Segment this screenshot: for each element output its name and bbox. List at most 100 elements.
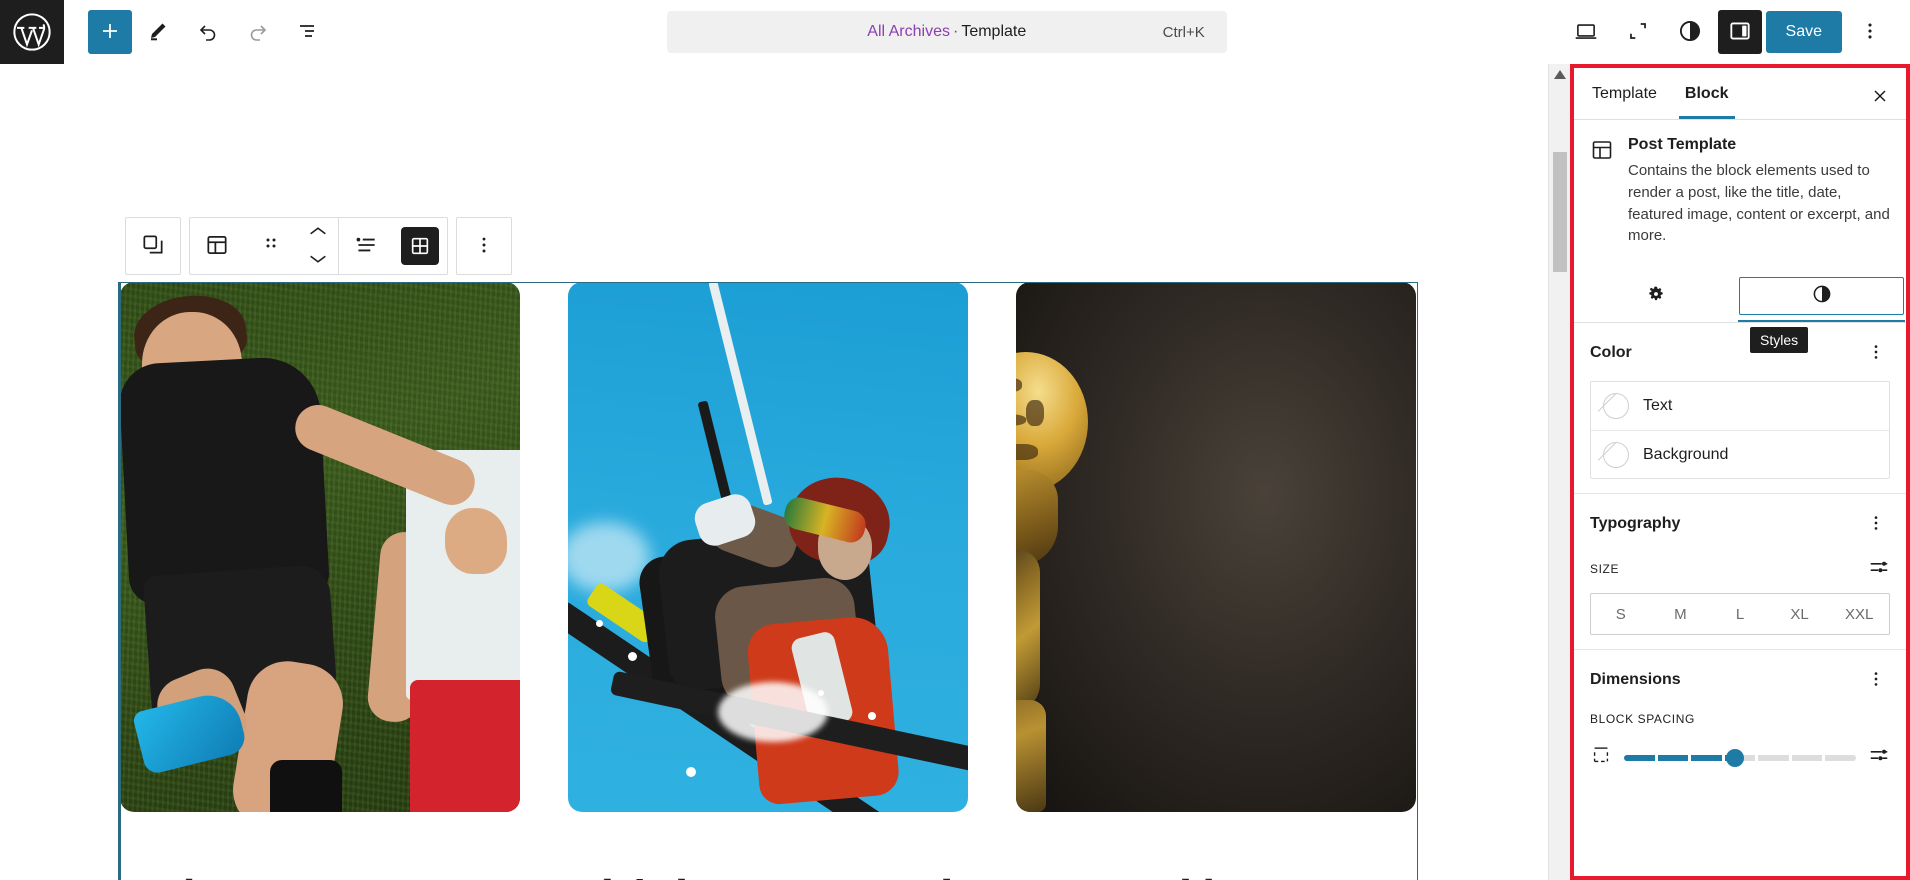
player-sock-shape — [270, 760, 342, 812]
view-device-button[interactable] — [1562, 8, 1610, 56]
scroll-up-arrow-icon[interactable] — [1549, 64, 1570, 84]
settings-sidebar: Template Block Post Template Contains th… — [1570, 64, 1910, 880]
close-sidebar-button[interactable] — [1858, 75, 1902, 119]
tab-template[interactable]: Template — [1578, 69, 1671, 119]
post-template-grid[interactable]: Tech Giant’s CEO Resigns Amidst Growing — [118, 282, 1570, 880]
post-item[interactable]: New Health Craze Promises to — [1016, 282, 1416, 880]
drag-handle[interactable] — [244, 218, 298, 274]
post-template-icon — [204, 232, 230, 261]
editor-canvas[interactable]: Tech Giant’s CEO Resigns Amidst Growing — [0, 64, 1570, 880]
contrast-circle-icon — [1811, 283, 1833, 308]
sliders-icon[interactable] — [1868, 744, 1890, 771]
font-size-xxl[interactable]: XXL — [1829, 594, 1889, 634]
typography-section-title: Typography — [1590, 515, 1681, 532]
font-size-l[interactable]: L — [1710, 594, 1770, 634]
font-size-s[interactable]: S — [1591, 594, 1651, 634]
block-description: Contains the block elements used to rend… — [1628, 162, 1890, 245]
styles-toggle-button[interactable] — [1666, 8, 1714, 56]
list-view-icon — [296, 19, 320, 46]
add-block-button[interactable] — [88, 10, 132, 54]
move-buttons — [298, 219, 338, 273]
post-item[interactable]: Global Music Festival Attracts Record-Br… — [568, 282, 968, 880]
document-overview-button[interactable] — [284, 8, 332, 56]
color-options-button[interactable] — [1862, 339, 1890, 367]
kebab-menu-icon — [1866, 669, 1886, 692]
expand-icon — [1625, 18, 1651, 47]
laptop-icon — [1573, 18, 1599, 47]
wordpress-site-editor: All Archives · Template Ctrl+K Save Temp… — [0, 0, 1910, 880]
color-row-label: Text — [1643, 397, 1673, 414]
font-size-label-row: SIZE — [1590, 556, 1890, 581]
block-spacing-slider[interactable] — [1624, 748, 1856, 768]
kebab-menu-icon — [1866, 342, 1886, 365]
kebab-menu-icon — [1866, 513, 1886, 536]
header-right-tools: Save — [1562, 8, 1910, 56]
color-row-label: Background — [1643, 445, 1729, 463]
no-color-swatch-icon — [1603, 441, 1629, 468]
pencil-icon — [146, 19, 170, 46]
grid-layout-button[interactable] — [393, 218, 447, 274]
color-row-background[interactable]: Background — [1591, 430, 1889, 478]
block-toolbar — [125, 217, 512, 275]
sliders-icon[interactable] — [1868, 556, 1890, 581]
wordpress-logo-button[interactable] — [0, 0, 64, 64]
move-down-button[interactable] — [298, 247, 338, 273]
save-button[interactable]: Save — [1765, 11, 1842, 53]
document-title-rest: Template — [961, 23, 1027, 40]
skier-jump-image[interactable] — [568, 282, 968, 812]
redo-arrow-icon — [246, 19, 270, 46]
editor-options-button[interactable] — [1846, 8, 1894, 56]
font-size-selector[interactable]: S M L XL XXL — [1590, 593, 1890, 635]
gold-trophy-image[interactable] — [1016, 282, 1416, 812]
typography-options-button[interactable] — [1862, 510, 1890, 538]
dimensions-options-button[interactable] — [1862, 666, 1890, 694]
color-row-text[interactable]: Text — [1591, 382, 1889, 430]
snowflake-shape — [596, 620, 603, 627]
snow-spray-shape — [568, 522, 650, 592]
font-size-m[interactable]: M — [1651, 594, 1711, 634]
no-color-swatch-icon — [1603, 393, 1629, 419]
parent-block-icon — [140, 232, 166, 261]
opponent-shorts-shape — [410, 680, 520, 812]
settings-tab[interactable] — [1574, 270, 1737, 322]
block-type-button[interactable] — [190, 218, 244, 274]
post-item[interactable]: Tech Giant’s CEO Resigns Amidst Growing — [118, 282, 520, 880]
chevron-up-icon — [307, 224, 329, 241]
color-section-title: Color — [1590, 344, 1632, 361]
block-parent-group — [125, 217, 181, 275]
color-section-header: Color — [1590, 339, 1890, 367]
soccer-players-image[interactable] — [120, 282, 520, 812]
block-controls-group — [189, 217, 448, 275]
command-bar[interactable]: All Archives · Template Ctrl+K — [666, 11, 1227, 53]
kebab-menu-icon — [1859, 20, 1881, 45]
grid-layout-icon — [401, 227, 439, 265]
header-left-tools — [64, 8, 332, 56]
scrollbar-thumb[interactable] — [1553, 152, 1567, 272]
chevron-down-icon — [307, 252, 329, 269]
slider-thumb[interactable] — [1726, 748, 1745, 767]
color-section: Color Text Background — [1574, 323, 1906, 494]
snow-burst-shape — [718, 682, 828, 742]
post-title[interactable]: New Health Craze Promises to — [1016, 870, 1416, 880]
block-parent-button[interactable] — [126, 218, 180, 274]
document-title: All Archives · Template — [867, 23, 1026, 41]
settings-sidebar-button[interactable] — [1717, 10, 1762, 54]
dimensions-section-title: Dimensions — [1590, 671, 1681, 688]
redo-button[interactable] — [234, 8, 282, 56]
edit-tool-button[interactable] — [134, 8, 182, 56]
styles-tab[interactable] — [1738, 276, 1905, 322]
canvas-scrollbar[interactable] — [1548, 64, 1570, 880]
post-title[interactable]: Global Music Festival Attracts Record-Br… — [568, 870, 968, 880]
post-title[interactable]: Tech Giant’s CEO Resigns Amidst Growing — [120, 870, 520, 880]
font-size-xl[interactable]: XL — [1770, 594, 1830, 634]
zoom-out-button[interactable] — [1614, 8, 1662, 56]
block-spacing-label: BLOCK SPACING — [1590, 712, 1695, 726]
snowflake-shape — [818, 690, 824, 696]
more-options-button[interactable] — [457, 218, 511, 274]
list-layout-button[interactable] — [339, 218, 393, 274]
tab-block[interactable]: Block — [1671, 69, 1743, 119]
command-bar-shortcut: Ctrl+K — [1162, 23, 1205, 41]
block-more-group — [456, 217, 512, 275]
undo-button[interactable] — [184, 8, 232, 56]
move-up-button[interactable] — [298, 219, 338, 245]
